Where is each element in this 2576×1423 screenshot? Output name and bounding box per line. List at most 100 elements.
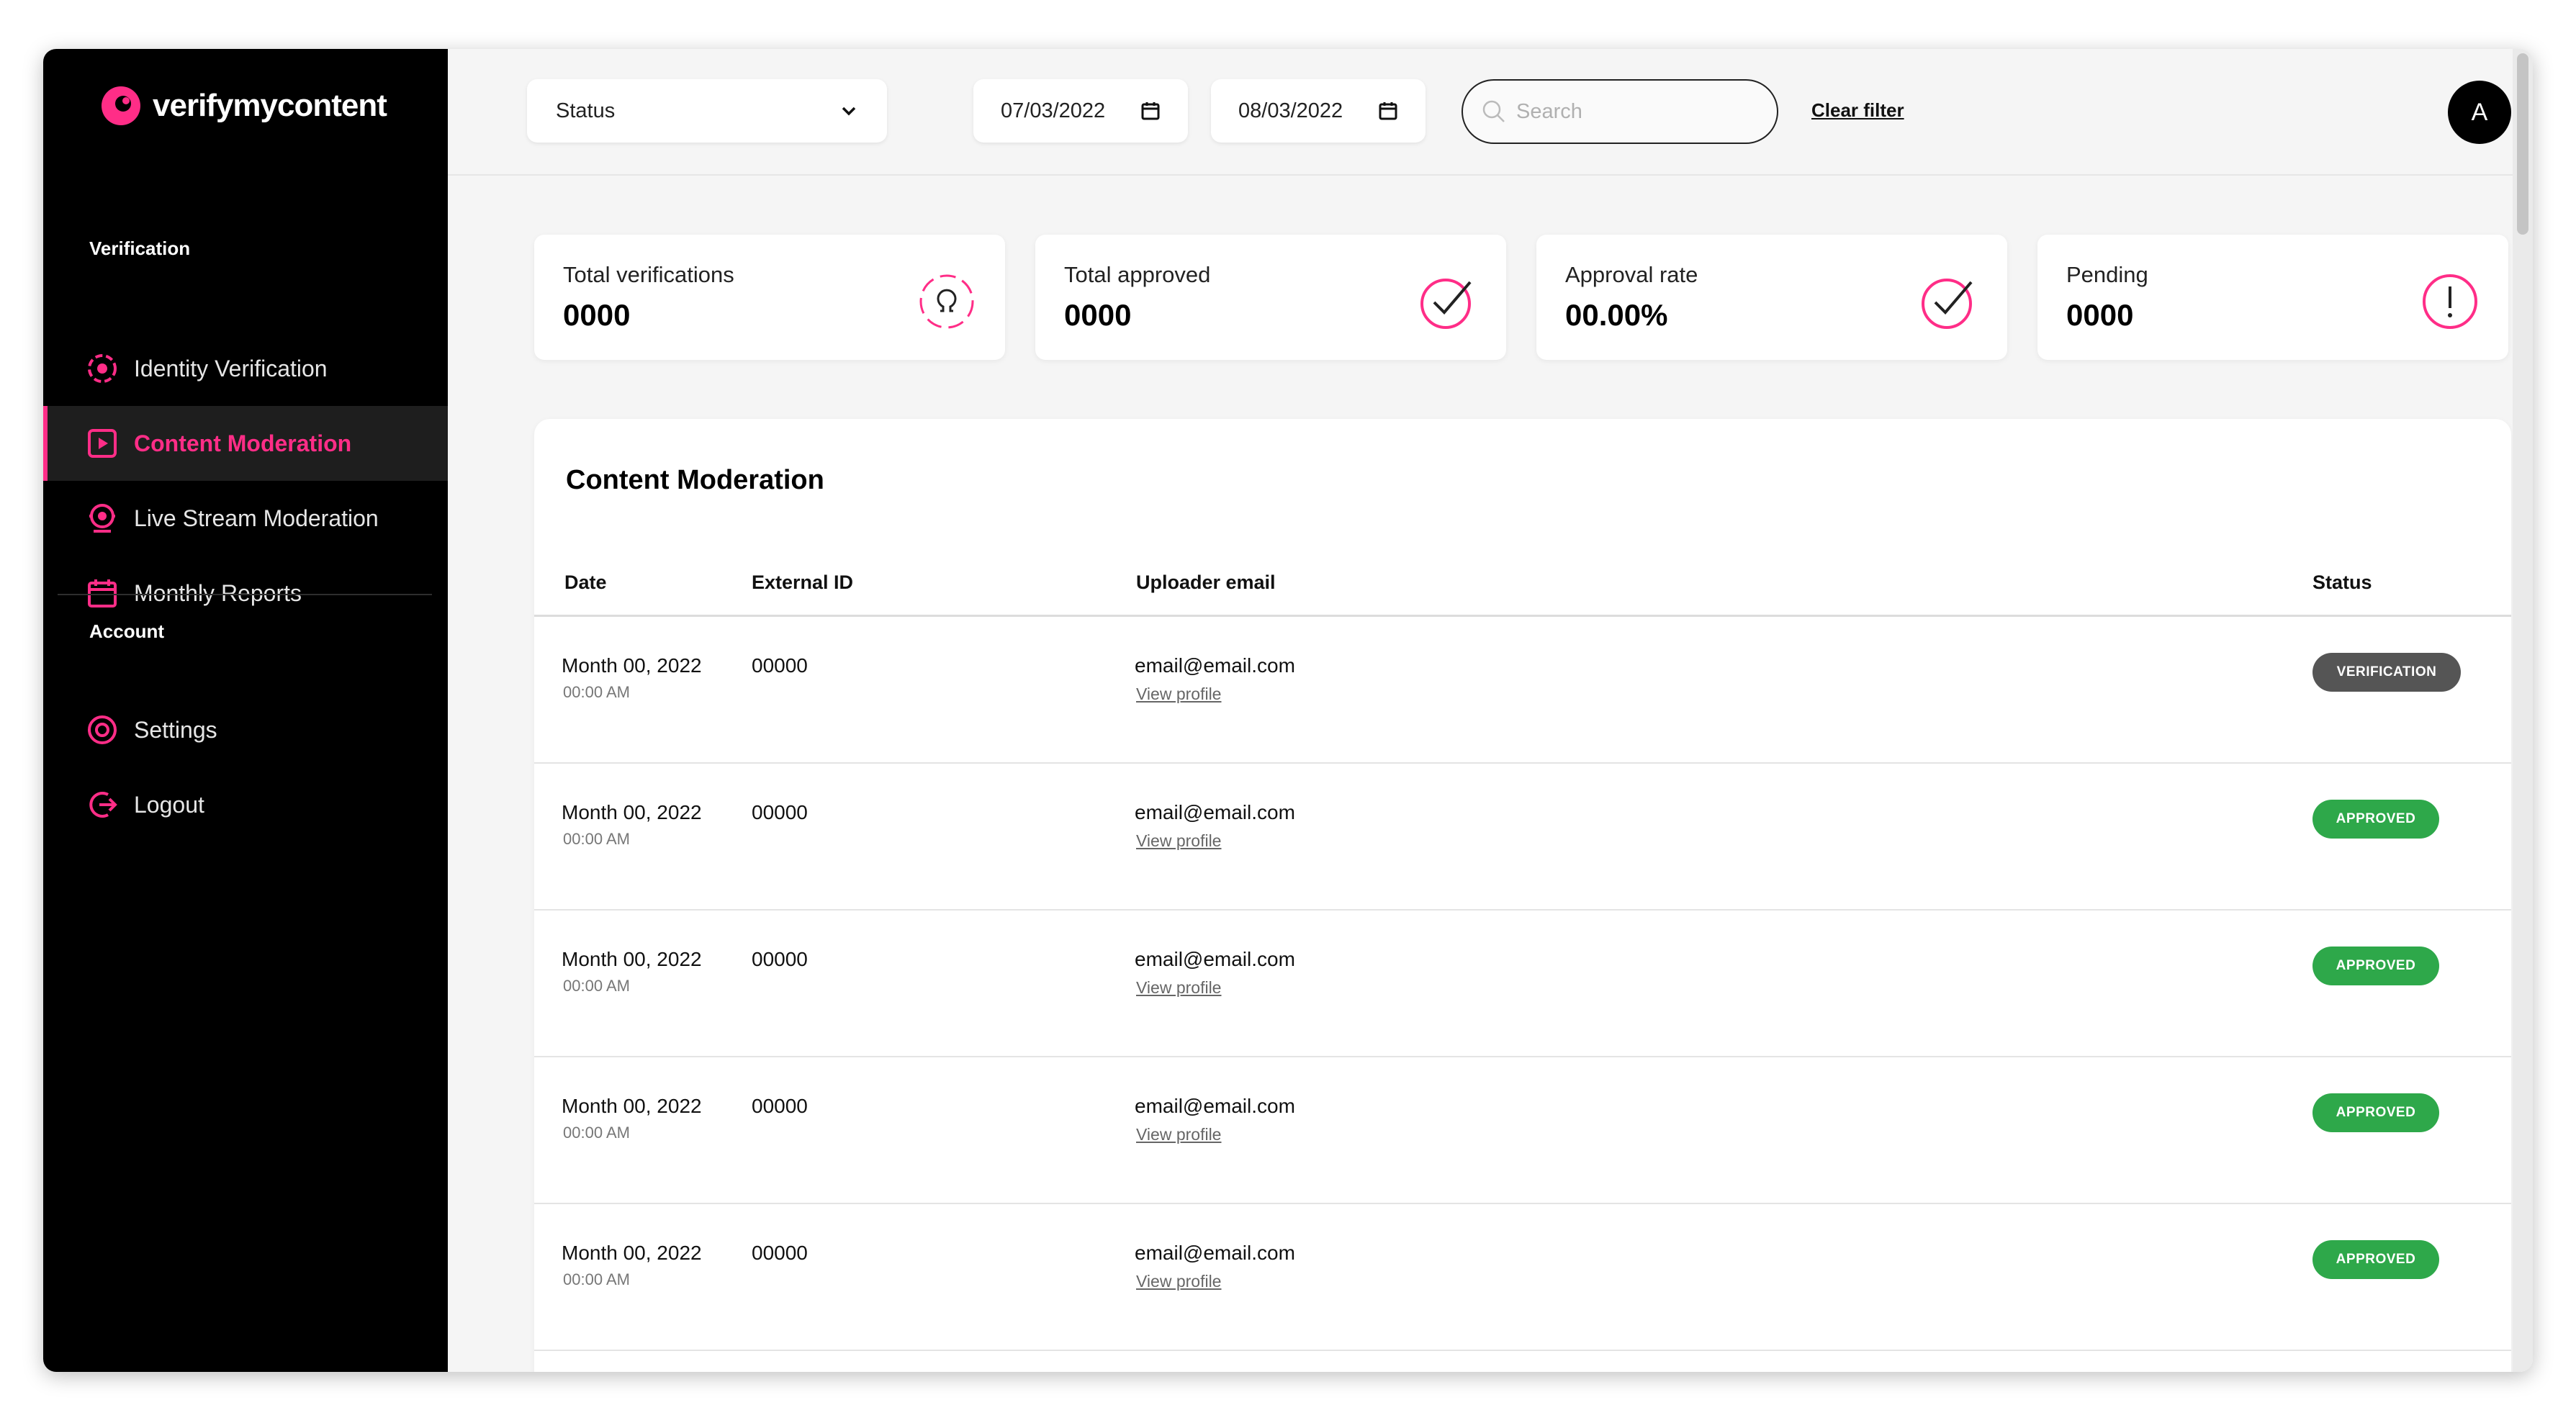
date-from-field[interactable]: 07/03/2022 <box>973 79 1188 143</box>
panel-title: Content Moderation <box>566 465 824 495</box>
clear-filter-link[interactable]: Clear filter <box>1811 99 1904 122</box>
identity-circle-icon <box>919 274 974 329</box>
row-email: email@email.com <box>1135 801 1295 823</box>
row-time: 00:00 AM <box>563 977 630 995</box>
row-email: email@email.com <box>1135 1095 1295 1117</box>
brand-name: verifymycontent <box>153 88 387 123</box>
section-title-verification: Verification <box>89 238 191 259</box>
stat-card-approval-rate: Approval rate 00.00% <box>1536 235 2007 360</box>
check-circle-icon <box>1420 279 1472 329</box>
section-title-account: Account <box>89 620 164 642</box>
sidebar: verifymycontent Verification Identity Ve… <box>43 49 448 1372</box>
row-date: Month 00, 2022 <box>562 654 702 677</box>
brand-logo[interactable]: verifymycontent <box>99 81 387 131</box>
status-select-value: Status <box>556 99 616 122</box>
sidebar-item-label: Logout <box>134 791 204 818</box>
search-icon <box>1482 100 1505 122</box>
sidebar-item-label: Monthly Reports <box>134 579 302 606</box>
table-row[interactable]: Month 00, 2022 00:00 AM 00000 email@emai… <box>534 617 2511 764</box>
stat-value: 0000 <box>563 298 631 332</box>
row-time: 00:00 AM <box>563 1124 630 1142</box>
calendar-icon <box>1379 102 1397 120</box>
main-content: Status 07/03/2022 08/03/2022 Clear filte… <box>448 49 2533 1372</box>
stat-label: Pending <box>2066 262 2148 287</box>
play-icon <box>86 428 118 459</box>
sidebar-item-label: Live Stream Moderation <box>134 505 379 531</box>
identity-icon <box>86 353 118 384</box>
logo-mark-icon <box>102 86 140 125</box>
stat-label: Total verifications <box>563 262 734 287</box>
status-select[interactable]: Status <box>527 79 887 143</box>
table-row[interactable]: Month 00, 2022 00:00 AM 00000 email@emai… <box>534 911 2511 1057</box>
row-external-id: 00000 <box>752 1095 808 1117</box>
row-external-id: 00000 <box>752 654 808 677</box>
row-email: email@email.com <box>1135 654 1295 677</box>
row-time: 00:00 AM <box>563 830 630 848</box>
chevron-down-icon <box>842 107 856 116</box>
stat-card-total-approved: Total approved 0000 <box>1035 235 1506 360</box>
row-time: 00:00 AM <box>563 1270 630 1288</box>
status-badge: VERIFICATION <box>2312 653 2461 692</box>
table-row[interactable]: Month 00, 2022 00:00 AM 00000 email@emai… <box>534 1204 2511 1351</box>
view-profile-link[interactable]: View profile <box>1136 831 1221 851</box>
sidebar-divider <box>58 594 432 595</box>
check-circle-icon <box>1922 279 1973 329</box>
search-box[interactable] <box>1462 79 1778 144</box>
date-from-value: 07/03/2022 <box>1001 99 1106 122</box>
webcam-icon <box>86 502 118 534</box>
status-badge: APPROVED <box>2312 800 2439 839</box>
table-row[interactable]: Month 00, 2022 00:00 AM 00000 email@emai… <box>534 764 2511 911</box>
row-date: Month 00, 2022 <box>562 1095 702 1117</box>
sidebar-item-live-stream-moderation[interactable]: Live Stream Moderation <box>43 481 448 556</box>
column-header-status: Status <box>2312 572 2372 593</box>
date-to-value: 08/03/2022 <box>1238 99 1343 122</box>
app-window: verifymycontent Verification Identity Ve… <box>43 49 2533 1372</box>
search-input[interactable] <box>1516 99 1761 124</box>
row-external-id: 00000 <box>752 948 808 970</box>
stat-value: 0000 <box>1064 298 1132 332</box>
row-external-id: 00000 <box>752 801 808 823</box>
view-profile-link[interactable]: View profile <box>1136 1125 1221 1144</box>
sidebar-item-identity-verification[interactable]: Identity Verification <box>43 331 448 406</box>
view-profile-link[interactable]: View profile <box>1136 1272 1221 1291</box>
sidebar-item-settings[interactable]: Settings <box>43 692 448 767</box>
stat-card-pending: Pending 0000 <box>2037 235 2508 360</box>
view-profile-link[interactable]: View profile <box>1136 685 1221 704</box>
view-profile-link[interactable]: View profile <box>1136 978 1221 998</box>
sidebar-item-monthly-reports[interactable]: Monthly Reports <box>43 556 448 631</box>
sidebar-item-label: Identity Verification <box>134 355 328 381</box>
date-to-field[interactable]: 08/03/2022 <box>1211 79 1426 143</box>
row-date: Month 00, 2022 <box>562 801 702 823</box>
stat-value: 0000 <box>2066 298 2134 332</box>
filter-bar: Status 07/03/2022 08/03/2022 Clear filte… <box>448 49 2533 176</box>
row-time: 00:00 AM <box>563 683 630 701</box>
row-email: email@email.com <box>1135 1242 1295 1264</box>
sidebar-item-label: Settings <box>134 716 217 743</box>
column-header-external-id: External ID <box>752 572 854 593</box>
sidebar-item-label: Content Moderation <box>134 430 352 456</box>
stat-card-total-verifications: Total verifications 0000 <box>534 235 1005 360</box>
column-header-date: Date <box>564 572 607 593</box>
scrollbar[interactable] <box>2513 49 2533 1372</box>
table-row[interactable]: Month 00, 2022 00:00 AM 00000 email@emai… <box>534 1057 2511 1204</box>
settings-icon <box>86 714 118 746</box>
scrollbar-thumb[interactable] <box>2517 53 2528 235</box>
calendar-icon <box>86 577 118 609</box>
row-date: Month 00, 2022 <box>562 1242 702 1264</box>
column-header-uploader-email: Uploader email <box>1136 572 1276 593</box>
row-external-id: 00000 <box>752 1242 808 1264</box>
status-badge: APPROVED <box>2312 1240 2439 1279</box>
calendar-icon <box>1141 102 1160 120</box>
status-badge: APPROVED <box>2312 947 2439 985</box>
status-badge: APPROVED <box>2312 1093 2439 1132</box>
stat-value: 00.00% <box>1565 298 1668 332</box>
stat-label: Approval rate <box>1565 262 1698 287</box>
row-email: email@email.com <box>1135 948 1295 970</box>
row-date: Month 00, 2022 <box>562 948 702 970</box>
sidebar-item-content-moderation[interactable]: Content Moderation <box>43 406 448 481</box>
stat-label: Total approved <box>1064 262 1211 287</box>
exclamation-circle-icon <box>2423 274 2477 329</box>
content-moderation-panel: Content Moderation Date External ID Uplo… <box>534 419 2511 1372</box>
sidebar-item-logout[interactable]: Logout <box>43 767 448 842</box>
user-avatar[interactable]: A <box>2448 81 2511 144</box>
